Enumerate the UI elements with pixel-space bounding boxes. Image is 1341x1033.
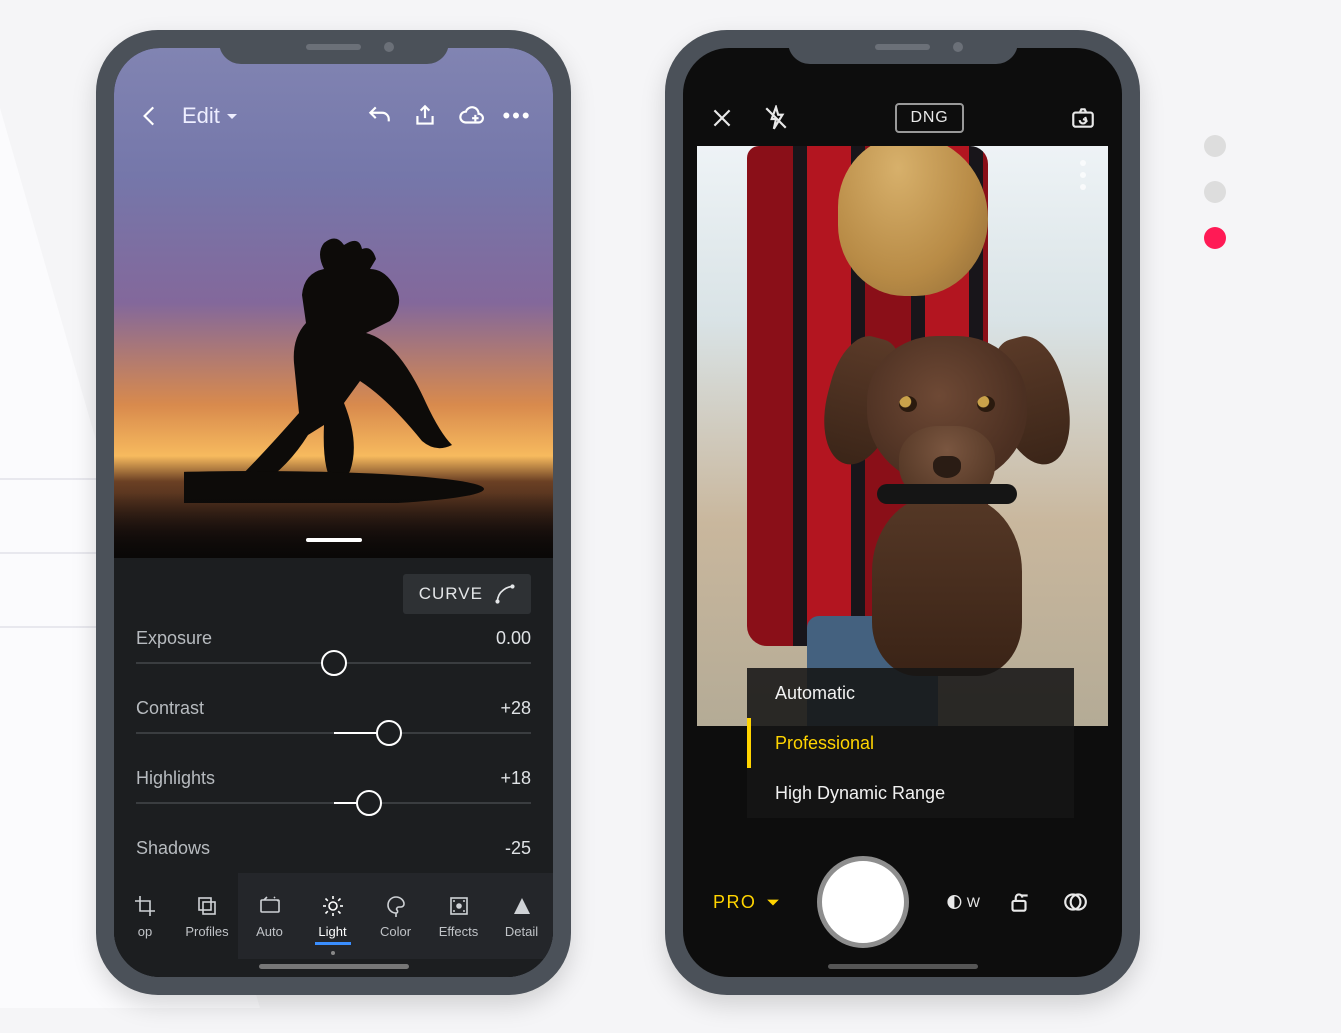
mode-professional[interactable]: Professional (747, 718, 1074, 768)
mode-picker[interactable]: PRO (713, 892, 780, 913)
profiles-icon (195, 894, 219, 918)
phone-notch (788, 30, 1018, 64)
slider-knob[interactable] (321, 650, 347, 676)
tab-crop[interactable]: op (114, 873, 176, 959)
more-icon: ••• (502, 103, 531, 129)
share-button[interactable] (405, 96, 445, 136)
tab-label: Profiles (185, 924, 228, 939)
tab-label: Light (318, 924, 346, 939)
tab-profiles[interactable]: Profiles (176, 873, 238, 959)
tab-label: Auto (256, 924, 283, 939)
color-icon (384, 894, 408, 918)
close-button[interactable] (705, 101, 739, 135)
tab-light[interactable]: Light (301, 894, 364, 939)
flash-toggle[interactable] (759, 101, 793, 135)
filters-button[interactable] (1058, 885, 1092, 919)
home-indicator (828, 964, 978, 969)
cloud-sync-button[interactable] (451, 96, 491, 136)
panel-drag-handle[interactable] (306, 538, 362, 542)
pager-dot-active[interactable] (1204, 227, 1226, 249)
pager-dot[interactable] (1204, 135, 1226, 157)
crop-icon (133, 894, 157, 918)
edit-mode-label: Edit (182, 103, 220, 129)
filters-icon (1062, 889, 1088, 915)
slider-label: Exposure (136, 628, 212, 648)
detail-icon (510, 894, 534, 918)
camera-viewfinder[interactable] (697, 146, 1108, 726)
viewfinder-overflow-icon[interactable] (1080, 160, 1086, 190)
tab-color[interactable]: Color (364, 894, 427, 939)
unlock-icon (1006, 889, 1032, 915)
shutter-button[interactable] (817, 856, 909, 948)
slider-value: 0.00 (496, 628, 531, 649)
mode-label: Automatic (775, 683, 855, 704)
chevron-down-icon (766, 895, 780, 909)
phone-notch (219, 30, 449, 64)
capture-mode-menu: Automatic Professional High Dynamic Rang… (747, 668, 1074, 818)
slider-knob[interactable] (356, 790, 382, 816)
file-format-label: DNG (911, 109, 949, 126)
white-balance-label: W (967, 894, 980, 910)
light-icon (321, 894, 345, 918)
slider-label: Highlights (136, 768, 215, 788)
camera-topbar: DNG (683, 90, 1122, 146)
white-balance-button[interactable]: W (946, 885, 980, 919)
mode-picker-label: PRO (713, 892, 756, 913)
slider-track[interactable] (136, 651, 531, 675)
viewfinder-subject-hair (838, 146, 988, 296)
lock-toggle[interactable] (1002, 885, 1036, 919)
more-button[interactable]: ••• (497, 96, 537, 136)
home-indicator (259, 964, 409, 969)
white-balance-icon (946, 889, 963, 915)
phone-mockup-edit: Edit ••• (96, 30, 571, 995)
tab-label: Effects (439, 924, 479, 939)
mode-label: High Dynamic Range (775, 783, 945, 804)
slider-value: +28 (500, 698, 531, 719)
slider-contrast: Contrast +28 (136, 684, 531, 754)
silhouette-figure (184, 203, 484, 503)
phone-mockup-camera: DNG (665, 30, 1140, 995)
slider-label: Contrast (136, 698, 204, 718)
pager-dot[interactable] (1204, 181, 1226, 203)
slider-exposure: Exposure 0.00 (136, 614, 531, 684)
slider-knob[interactable] (376, 720, 402, 746)
mode-hdr[interactable]: High Dynamic Range (747, 768, 1074, 818)
edit-mode-dropdown[interactable]: Edit (176, 103, 238, 129)
tab-label: Color (380, 924, 411, 939)
tab-label: op (138, 924, 152, 939)
slider-value: -25 (505, 838, 531, 859)
slider-value: +18 (500, 768, 531, 789)
slider-track[interactable] (136, 721, 531, 745)
tab-auto[interactable]: Auto (238, 894, 301, 939)
carousel-pager (1204, 135, 1226, 249)
edit-topbar: Edit ••• (114, 90, 553, 142)
tab-effects[interactable]: Effects (427, 894, 490, 939)
mode-automatic[interactable]: Automatic (747, 668, 1074, 718)
camera-bottom-bar: PRO W (683, 847, 1122, 957)
tab-has-changes-dot (331, 951, 335, 955)
edit-tabs: op Profiles Auto Light Color (114, 873, 553, 959)
back-button[interactable] (130, 96, 170, 136)
curve-button-label: CURVE (419, 584, 483, 604)
tab-label: Detail (505, 924, 538, 939)
switch-camera-button[interactable] (1066, 101, 1100, 135)
curve-icon (495, 584, 515, 604)
auto-icon (258, 894, 282, 918)
viewfinder-subject-dog (837, 296, 1057, 676)
mode-label: Professional (775, 733, 874, 754)
effects-icon (447, 894, 471, 918)
slider-highlights: Highlights +18 (136, 754, 531, 824)
slider-label: Shadows (136, 838, 210, 858)
slider-track[interactable] (136, 791, 531, 815)
curve-button[interactable]: CURVE (403, 574, 531, 614)
undo-button[interactable] (359, 96, 399, 136)
tab-detail[interactable]: Detail (490, 894, 553, 939)
file-format-toggle[interactable]: DNG (895, 103, 965, 133)
